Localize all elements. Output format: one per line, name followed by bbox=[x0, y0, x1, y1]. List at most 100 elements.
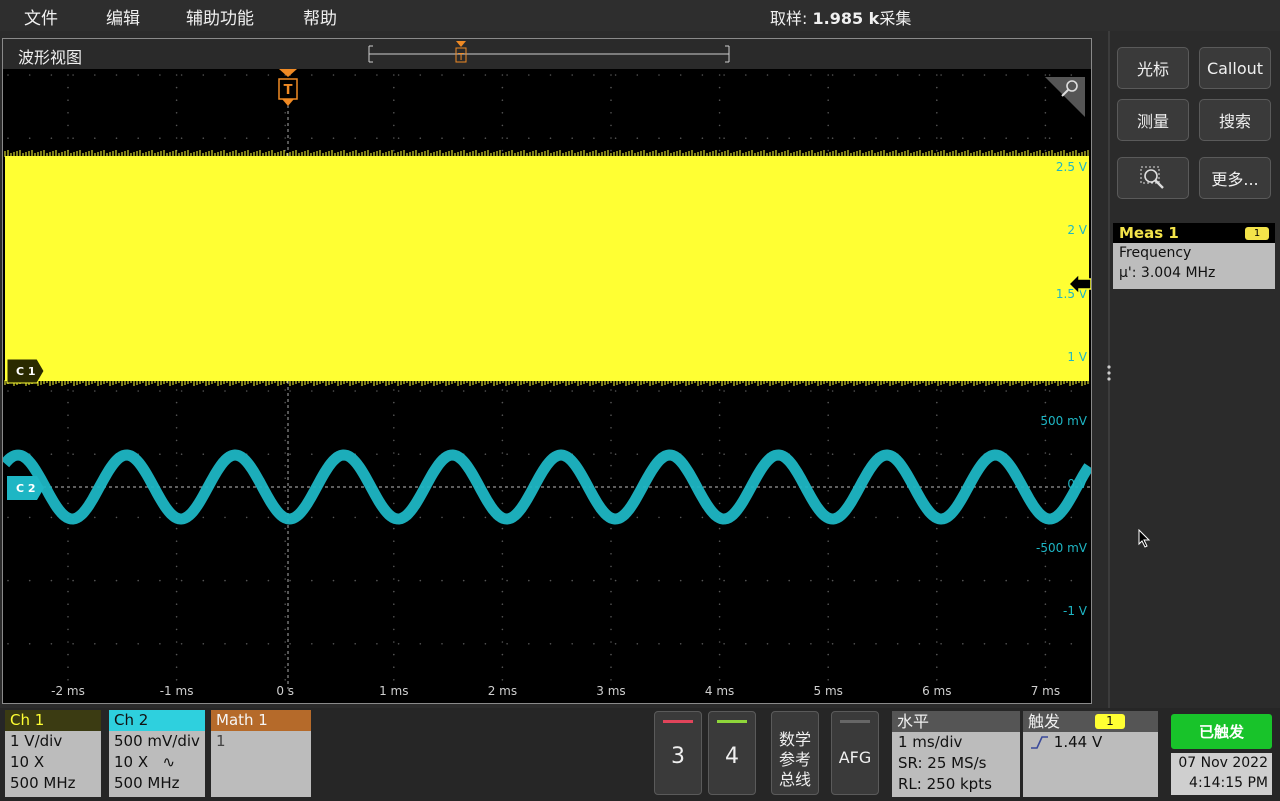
horizontal-title: 水平 bbox=[892, 711, 1020, 732]
grid-dot bbox=[1044, 74, 1047, 76]
grid-dot bbox=[376, 390, 378, 392]
trigger-status-button[interactable]: 已触发 bbox=[1171, 714, 1272, 749]
grid-dot bbox=[284, 452, 287, 454]
grid-dot bbox=[718, 578, 721, 580]
grid-dot bbox=[1044, 603, 1047, 605]
grid-dot bbox=[397, 137, 400, 139]
grid-dot bbox=[67, 590, 69, 593]
trigger-badge[interactable]: 触发 1 1.44 V bbox=[1023, 711, 1158, 797]
grid-dot bbox=[766, 579, 769, 582]
date-time: 07 Nov 2022 4:14:15 PM bbox=[1171, 753, 1272, 795]
measurement-badge-meas1[interactable]: Meas 1 1 Frequency μ': 3.004 MHz bbox=[1113, 223, 1275, 289]
grid-dot bbox=[701, 516, 704, 519]
grid-dot bbox=[175, 452, 178, 454]
grid-dot bbox=[593, 643, 595, 645]
grid-dot bbox=[1044, 439, 1047, 442]
grid-dot bbox=[175, 490, 178, 492]
grid-dot bbox=[788, 579, 790, 582]
grid-dot bbox=[289, 390, 291, 392]
grid-dot bbox=[67, 502, 69, 505]
grid-dot bbox=[284, 540, 287, 542]
grid-dot bbox=[940, 390, 942, 392]
grid-dot bbox=[718, 99, 721, 101]
ch2-badge[interactable]: Ch 2 500 mV/div 10 X ∿ 500 MHz bbox=[109, 710, 205, 797]
grid-dot bbox=[175, 540, 178, 542]
afg-button[interactable]: AFG bbox=[831, 711, 879, 795]
time-axis-label: 0 s bbox=[276, 684, 294, 698]
grid-dot bbox=[506, 643, 508, 645]
splitter-handle-icon[interactable] bbox=[1100, 363, 1118, 383]
grid-dot bbox=[501, 427, 504, 429]
grid-dot bbox=[718, 553, 721, 555]
grid-dot bbox=[610, 653, 612, 656]
grid-dot bbox=[718, 112, 721, 114]
math-ref-bus-button[interactable]: 数学 参考 总线 bbox=[771, 711, 819, 795]
cursors-button[interactable]: 光标 bbox=[1117, 47, 1189, 89]
menu-help[interactable]: 帮助 bbox=[303, 4, 337, 29]
meas-name: Frequency bbox=[1119, 245, 1192, 261]
menu-accessibility[interactable]: 辅助功能 bbox=[186, 4, 254, 29]
menu-file[interactable]: 文件 bbox=[24, 4, 58, 29]
grid-dot bbox=[962, 137, 964, 139]
grid-dot bbox=[354, 74, 357, 76]
grid-dot bbox=[610, 74, 612, 76]
more-button[interactable]: 更多... bbox=[1199, 157, 1271, 199]
grid-dot bbox=[571, 390, 573, 392]
grid-dot bbox=[571, 516, 573, 519]
ch4-button[interactable]: 4 bbox=[708, 711, 756, 795]
grid-dot bbox=[67, 439, 69, 442]
grid-dot bbox=[610, 590, 612, 593]
record-overview[interactable]: T bbox=[363, 41, 735, 67]
trigger-marker-tip bbox=[282, 99, 294, 106]
grid-dot bbox=[1070, 74, 1073, 76]
measure-button[interactable]: 测量 bbox=[1117, 99, 1189, 141]
grid-dot bbox=[827, 149, 829, 152]
math1-name: Math 1 bbox=[211, 710, 311, 731]
grid-dot bbox=[853, 643, 856, 645]
grid-dot bbox=[354, 579, 357, 582]
zoom-button[interactable] bbox=[1117, 157, 1189, 199]
grid-dot bbox=[827, 628, 829, 631]
grid-dot bbox=[67, 86, 69, 89]
grid-dot bbox=[1005, 579, 1007, 582]
grid-dot bbox=[718, 502, 721, 505]
acquisition-status: 取样: 1.985 k采集 bbox=[770, 5, 911, 29]
grid-dot bbox=[940, 579, 942, 582]
grid-dot bbox=[376, 137, 378, 139]
grid-dot bbox=[67, 641, 69, 643]
waveform-view[interactable]: 波形视图 T 2.5 V2 V 1.5 V1 V 500 mV 0 V -500 mV -… bbox=[2, 38, 1092, 704]
grid-dot bbox=[7, 579, 9, 582]
ch3-button[interactable]: 3 bbox=[654, 711, 702, 795]
grid-dot bbox=[718, 540, 721, 542]
grid-dot bbox=[827, 590, 829, 593]
grid-dot bbox=[376, 74, 378, 76]
search-button[interactable]: 搜索 bbox=[1199, 99, 1271, 141]
grid-dot bbox=[936, 439, 938, 442]
grid-dot bbox=[175, 628, 178, 631]
grid-dot bbox=[936, 653, 938, 656]
math1-badge[interactable]: Math 1 1 bbox=[211, 710, 311, 797]
callout-button[interactable]: Callout bbox=[1199, 47, 1271, 89]
grid-dot bbox=[745, 453, 747, 456]
waveform-plot[interactable]: 2.5 V2 V1.5 V1 V500 mV0 V-500 mV-1 V-2 m… bbox=[3, 69, 1091, 703]
horizontal-badge[interactable]: 水平 1 ms/div SR: 25 MS/s RL: 250 kpts bbox=[892, 711, 1020, 797]
grid-dot bbox=[175, 439, 178, 442]
panel-splitter[interactable] bbox=[1107, 31, 1111, 708]
grid-dot bbox=[936, 124, 938, 127]
grid-dot bbox=[571, 579, 573, 582]
grid-dot bbox=[202, 579, 205, 582]
grid-dot bbox=[72, 453, 74, 456]
grid-dot bbox=[175, 553, 178, 555]
grid-dot bbox=[332, 643, 335, 645]
time: 4:14:15 PM bbox=[1189, 775, 1268, 791]
grid-dot bbox=[67, 616, 69, 618]
grid-dot bbox=[610, 414, 612, 417]
grid-dot bbox=[1027, 579, 1029, 582]
grid-dot bbox=[441, 579, 443, 582]
grid-dot bbox=[441, 643, 443, 645]
menu-edit[interactable]: 编辑 bbox=[106, 4, 140, 29]
ch1-badge[interactable]: Ch 1 1 V/div 10 X 500 MHz bbox=[5, 710, 101, 797]
grid-dot bbox=[679, 390, 682, 392]
grid-dot bbox=[718, 477, 721, 480]
grid-dot bbox=[484, 453, 487, 456]
